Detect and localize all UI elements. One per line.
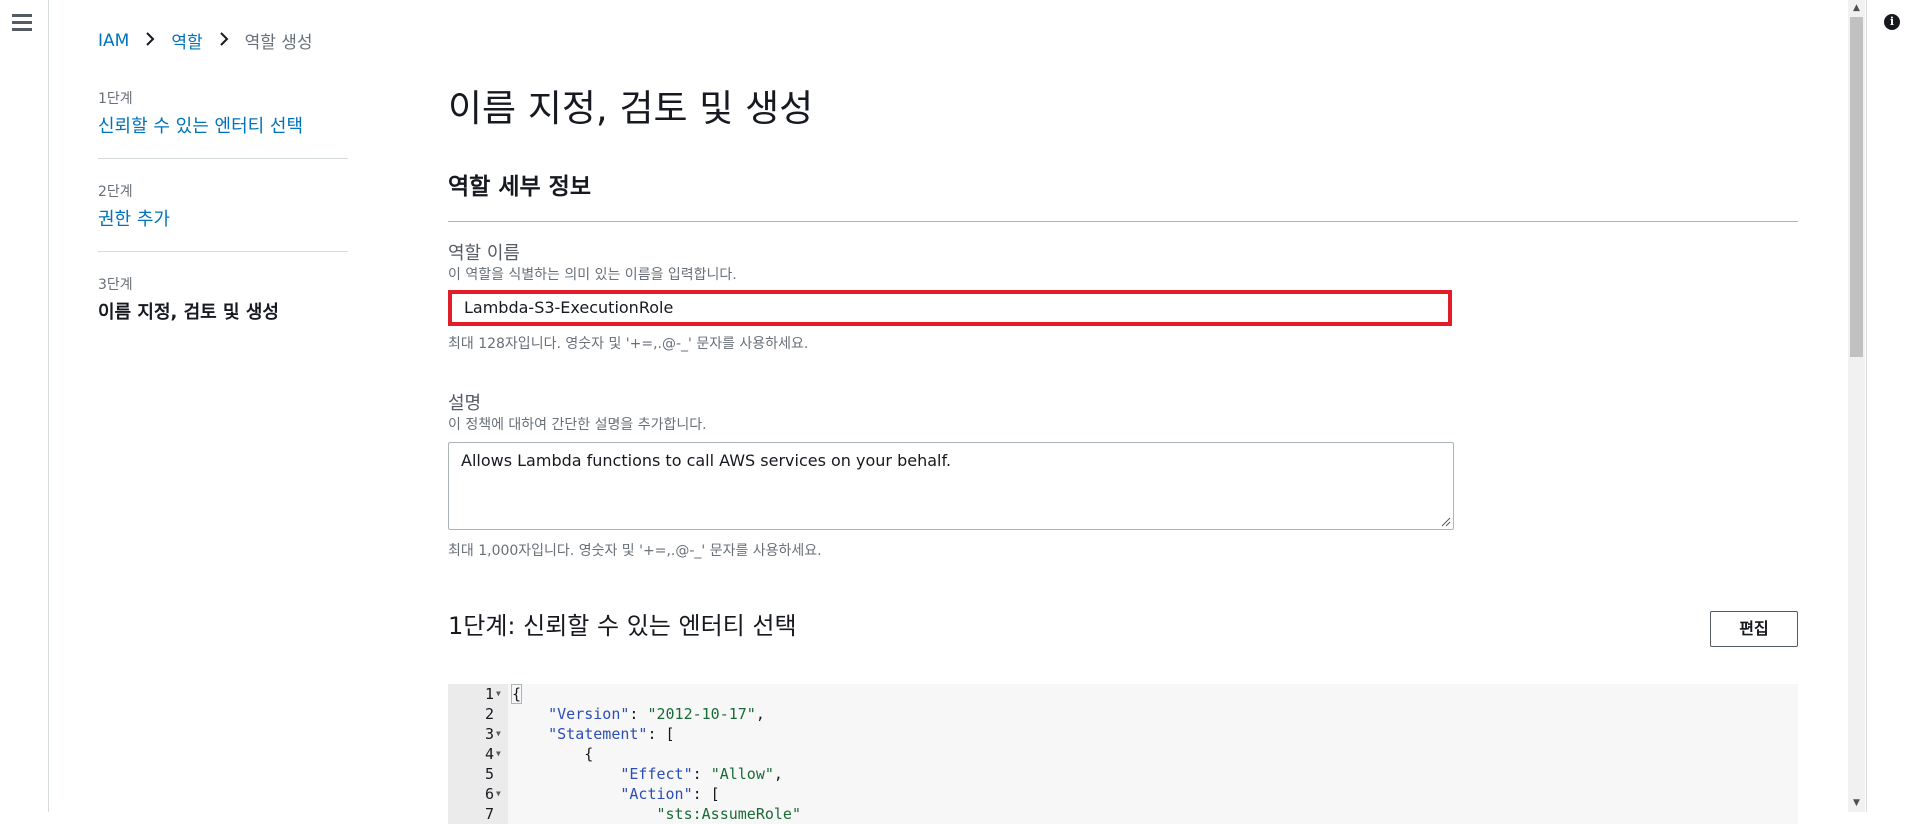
step-number: 3단계 [98,277,133,293]
step-number: 2단계 [98,184,133,200]
trust-policy-editor[interactable]: 1 ▼{2 "Version": "2012-10-17", 3 ▼ "Stateme… [448,684,1798,824]
chevron-right-icon [219,31,229,51]
wizard-step-2: 2단계 권한 추가 [98,179,348,252]
code-line: 2 "Version": "2012-10-17", [448,704,1798,724]
description-label: 설명 [448,393,482,414]
role-name-description: 이 역할을 식별하는 의미 있는 이름을 입력합니다. [448,267,737,283]
code-line: 3 ▼ "Statement": [ [448,724,1798,744]
resize-grip-icon[interactable] [1441,517,1451,527]
line-number: 3 [484,725,494,743]
role-name-label: 역할 이름 [448,243,520,264]
section-title: 역할 세부 정보 [448,174,591,200]
description-textarea[interactable]: Allows Lambda functions to call AWS serv… [448,442,1454,530]
code-line: 1 ▼ { [448,684,1798,704]
vertical-scrollbar[interactable]: ▲ ▼ [1848,0,1865,812]
code-text: "Action": [ [620,785,720,803]
hamburger-menu-icon[interactable] [12,14,32,31]
code-text: { [510,684,523,704]
line-number: 7 [484,805,494,823]
breadcrumb-iam[interactable]: IAM [98,31,129,51]
edit-button[interactable]: 편집 [1710,611,1798,647]
wizard-step-3: 3단계 이름 지정, 검토 및 생성 [98,272,348,344]
line-number: 2 [484,705,494,723]
left-nav-rail [0,0,49,812]
page-title: 이름 지정, 검토 및 생성 [448,87,814,130]
role-name-hint: 최대 128자입니다. 영숫자 및 '+=,.@-_' 문자를 사용하세요. [448,336,809,352]
wizard-step-1: 1단계 신뢰할 수 있는 엔터티 선택 [98,86,348,159]
wizard-steps: 1단계 신뢰할 수 있는 엔터티 선택 2단계 권한 추가 3단계 이름 지정,… [98,86,348,364]
code-line: 7 "sts:AssumeRole" [448,804,1798,824]
code-line: 5 "Effect": "Allow", [448,764,1798,784]
code-text: "Statement": [ [548,725,675,743]
description-hint: 최대 1,000자입니다. 영숫자 및 '+=,.@-_' 문자를 사용하세요. [448,543,822,559]
chevron-right-icon [145,31,155,51]
info-panel-rail: i [1866,0,1916,812]
step-link-select-entity[interactable]: 신뢰할 수 있는 엔터티 선택 [98,112,348,138]
description-text: Allows Lambda functions to call AWS serv… [461,451,952,470]
code-line: 4 ▼ { [448,744,1798,764]
divider [448,221,1798,222]
line-number: 1 [484,685,494,703]
scroll-down-icon[interactable]: ▼ [1848,795,1865,812]
fold-arrow-icon[interactable]: ▼ [496,684,501,704]
code-text: "sts:AssumeRole" [656,805,802,823]
step-number: 1단계 [98,91,133,107]
step-current-label: 이름 지정, 검토 및 생성 [98,302,279,323]
line-number: 4 [484,745,494,763]
fold-arrow-icon[interactable]: ▼ [496,744,501,764]
info-icon[interactable]: i [1884,14,1900,30]
code-text: "Version": "2012-10-17", [548,705,765,723]
line-number: 5 [484,765,494,783]
step1-section-title: 1단계: 신뢰할 수 있는 엔터티 선택 [448,612,797,640]
scroll-up-icon[interactable]: ▲ [1848,0,1865,17]
line-number: 6 [484,785,494,803]
fold-arrow-icon[interactable]: ▼ [496,784,501,804]
code-text: { [512,745,594,763]
scrollbar-thumb[interactable] [1850,17,1863,357]
breadcrumb-current: 역할 생성 [244,33,313,53]
breadcrumb-roles[interactable]: 역할 [171,28,202,53]
code-line: 6 ▼ "Action": [ [448,784,1798,804]
breadcrumb: IAM 역할 역할 생성 [98,28,313,54]
code-text: "Effect": "Allow", [620,765,783,783]
step-link-add-permissions[interactable]: 권한 추가 [98,205,348,231]
role-name-input[interactable]: Lambda-S3-ExecutionRole [448,290,1452,326]
fold-arrow-icon[interactable]: ▼ [496,724,501,744]
description-helptext: 이 정책에 대하여 간단한 설명을 추가합니다. [448,417,707,433]
